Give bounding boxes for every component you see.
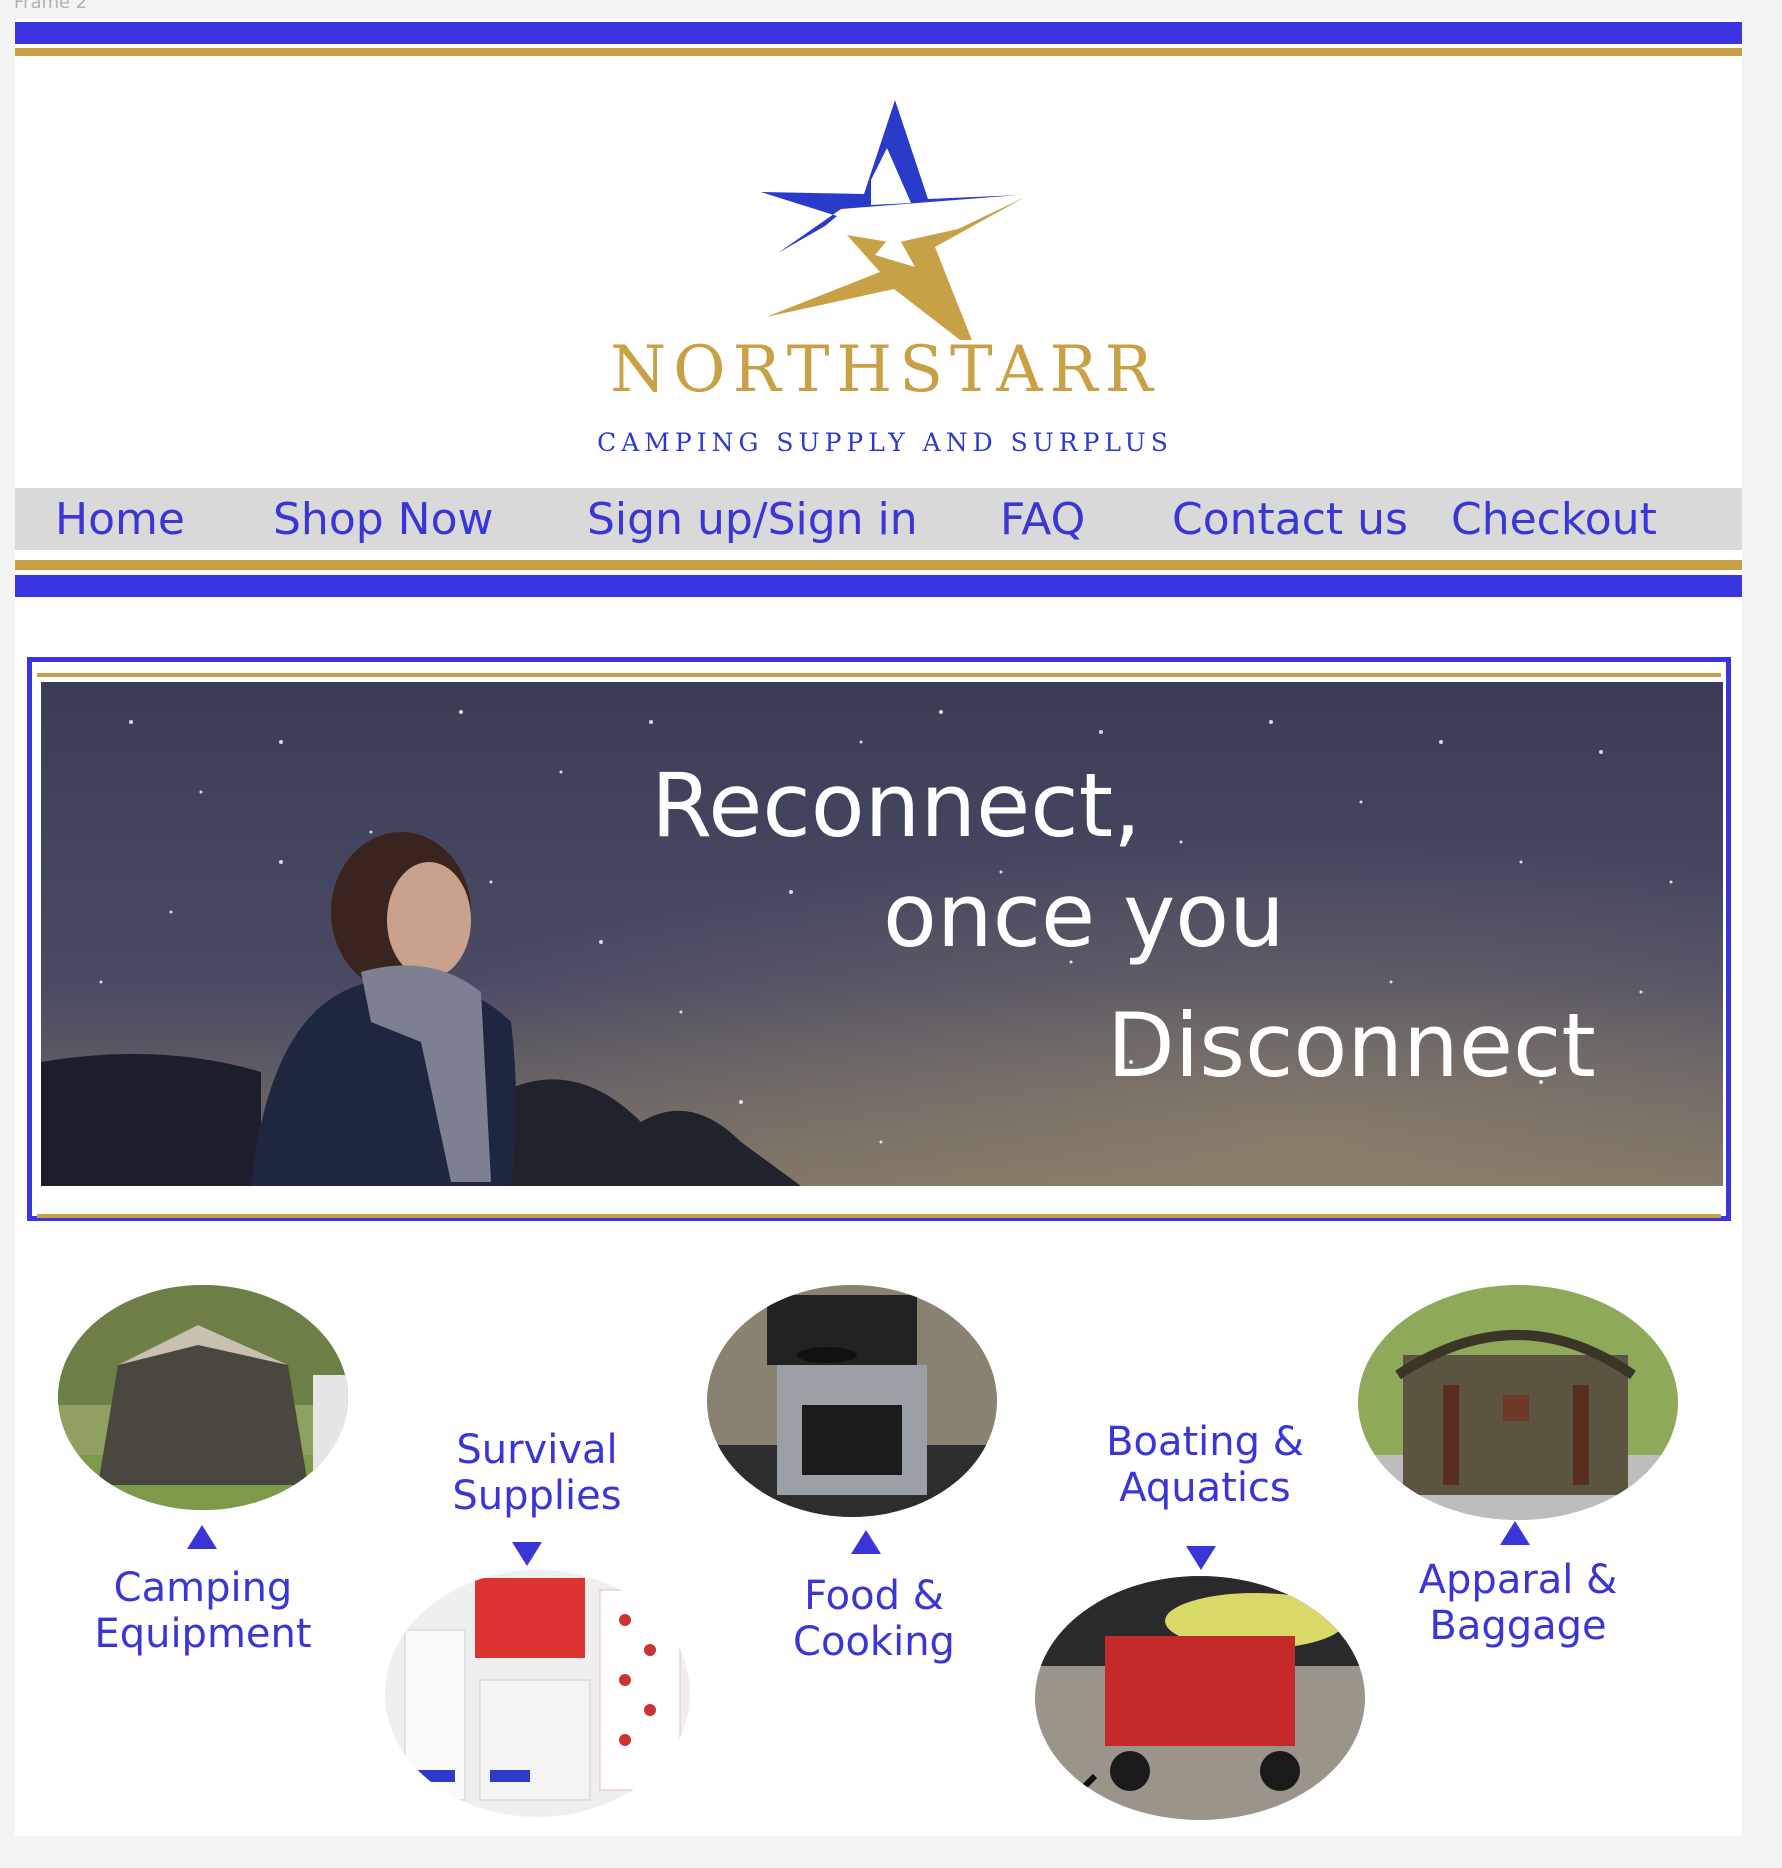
survival-supplies-label[interactable]: Survival Supplies: [392, 1427, 682, 1520]
boating-aquatics-image[interactable]: [1035, 1576, 1365, 1820]
nav-shop-now[interactable]: Shop Now: [273, 495, 493, 544]
boating-aquatics-label[interactable]: Boating & Aquatics: [1060, 1419, 1350, 1512]
hero-image: Reconnect, once you Disconnect: [41, 682, 1723, 1186]
main-nav: Home Shop Now Sign up/Sign in FAQ Contac…: [15, 488, 1742, 550]
apparal-arrow-up-icon: [1500, 1521, 1530, 1545]
top-blue-bar: [15, 22, 1742, 44]
camping-arrow-up-icon: [187, 1525, 217, 1549]
camping-equipment-label[interactable]: Camping Equipment: [58, 1565, 348, 1658]
hero-line-1: Reconnect,: [651, 754, 1142, 857]
top-gold-bar: [15, 48, 1742, 56]
brand-logo[interactable]: NORTHSTARR CAMPING SUPPLY AND SURPLUS: [585, 75, 1185, 485]
survival-supplies-image[interactable]: [385, 1570, 690, 1817]
nav-gold-bar: [15, 560, 1742, 570]
page-frame: NORTHSTARR CAMPING SUPPLY AND SURPLUS Ho…: [15, 20, 1742, 1836]
apparal-baggage-image[interactable]: [1358, 1285, 1678, 1520]
brand-tagline: CAMPING SUPPLY AND SURPLUS: [597, 428, 1173, 457]
camping-equipment-image[interactable]: [58, 1285, 348, 1510]
boating-arrow-down-icon: [1186, 1546, 1216, 1570]
nav-home[interactable]: Home: [55, 495, 185, 544]
hero-banner[interactable]: Reconnect, once you Disconnect: [27, 657, 1731, 1221]
nav-contact-us[interactable]: Contact us: [1172, 495, 1408, 544]
survival-arrow-down-icon: [512, 1542, 542, 1566]
hero-line-3: Disconnect: [1107, 994, 1596, 1097]
star-icon: [761, 100, 1025, 340]
brand-name: NORTHSTARR: [610, 333, 1160, 407]
hero-line-2: once you: [883, 864, 1285, 967]
nav-sign-in[interactable]: Sign up/Sign in: [587, 495, 918, 544]
nav-faq[interactable]: FAQ: [1000, 495, 1085, 544]
nav-checkout[interactable]: Checkout: [1451, 495, 1657, 544]
nav-blue-bar: [15, 575, 1742, 597]
hero-gold-top: [37, 673, 1721, 677]
frame-label: Frame 2: [14, 0, 88, 13]
hero-gold-bottom: [37, 1214, 1721, 1218]
food-arrow-up-icon: [851, 1530, 881, 1554]
food-cooking-label[interactable]: Food & Cooking: [729, 1573, 1019, 1666]
food-cooking-image[interactable]: [707, 1285, 997, 1517]
apparal-baggage-label[interactable]: Apparal & Baggage: [1373, 1557, 1663, 1650]
